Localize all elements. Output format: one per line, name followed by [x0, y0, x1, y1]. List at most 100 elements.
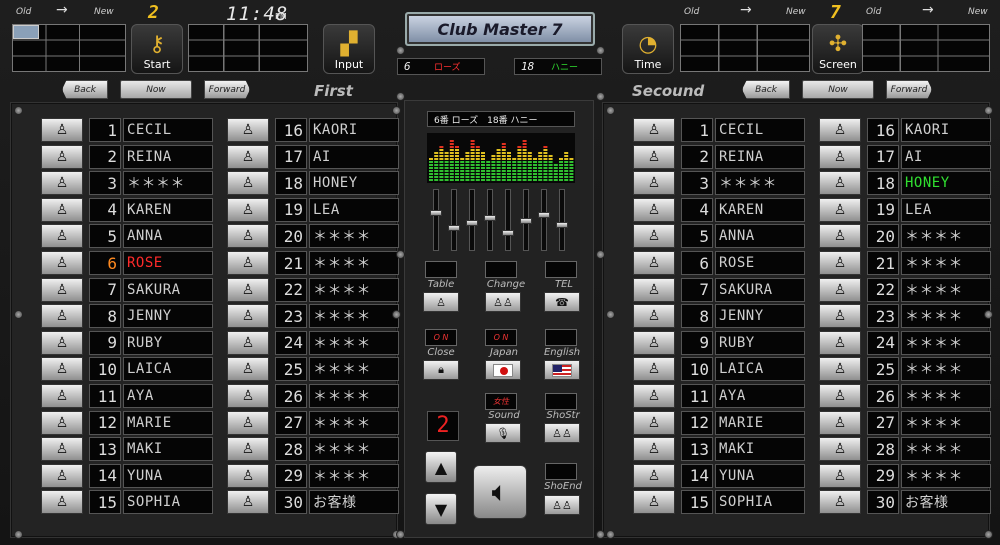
second_list-select-button[interactable]: ♙: [633, 224, 675, 249]
mixer-fader[interactable]: [448, 189, 460, 251]
second_list-name[interactable]: LAICA: [715, 357, 805, 382]
first_list-select-button[interactable]: ♙: [227, 357, 269, 382]
second_list-select-button[interactable]: ♙: [633, 330, 675, 355]
first_list-select-button[interactable]: ♙: [41, 410, 83, 435]
mixer-fader[interactable]: [502, 189, 514, 251]
first_list-name[interactable]: RUBY: [123, 330, 213, 355]
second_list-name[interactable]: ＊＊＊＊: [901, 251, 991, 275]
first_list-name[interactable]: JENNY: [123, 304, 213, 329]
first_list-name[interactable]: KAREN: [123, 197, 213, 222]
first_list-name[interactable]: ANNA: [123, 224, 213, 249]
first_list-name[interactable]: YUNA: [123, 463, 213, 488]
second_list-name[interactable]: CECIL: [715, 118, 805, 142]
first_list-name[interactable]: ＊＊＊＊: [123, 171, 213, 196]
second_list-select-button[interactable]: ♙: [633, 171, 675, 196]
table-button[interactable]: ♙: [423, 292, 459, 312]
second-now-button[interactable]: Now: [802, 80, 874, 99]
second_list-name[interactable]: ＊＊＊＊: [901, 277, 991, 302]
mixer-fader[interactable]: [466, 189, 478, 251]
first_list-select-button[interactable]: ♙: [41, 357, 83, 382]
mixer-fader[interactable]: [520, 189, 532, 251]
second_list-name[interactable]: ＊＊＊＊: [901, 463, 991, 488]
first_list-name[interactable]: ROSE: [123, 251, 213, 275]
first_list-name[interactable]: MARIE: [123, 410, 213, 435]
fader-knob[interactable]: [484, 215, 496, 221]
first_list-name[interactable]: ＊＊＊＊: [309, 357, 399, 382]
first_list-select-button[interactable]: ♙: [227, 384, 269, 408]
second_list-select-button[interactable]: ♙: [819, 251, 861, 275]
second_list-name[interactable]: MAKI: [715, 437, 805, 462]
first_list-select-button[interactable]: ♙: [227, 463, 269, 488]
first_list-select-button[interactable]: ♙: [227, 490, 269, 515]
first_list-name[interactable]: ＊＊＊＊: [309, 224, 399, 249]
first-back-button[interactable]: Back: [62, 80, 108, 99]
second_list-name[interactable]: AI: [901, 144, 991, 169]
first_list-select-button[interactable]: ♙: [41, 197, 83, 222]
first_list-select-button[interactable]: ♙: [227, 251, 269, 275]
fader-knob[interactable]: [520, 218, 532, 224]
old-seat-grid-right[interactable]: [680, 24, 810, 72]
second_list-select-button[interactable]: ♙: [819, 118, 861, 142]
first_list-name[interactable]: LEA: [309, 197, 399, 222]
new-seat-grid-right[interactable]: [862, 24, 990, 72]
change-button[interactable]: ♙♙: [485, 292, 521, 312]
first_list-select-button[interactable]: ♙: [41, 251, 83, 275]
second_list-select-button[interactable]: ♙: [633, 118, 675, 142]
sound-button[interactable]: 🎙︎: [485, 423, 521, 443]
second_list-select-button[interactable]: ♙: [633, 357, 675, 382]
first_list-select-button[interactable]: ♙: [227, 118, 269, 142]
close-button[interactable]: 🔒︎: [423, 360, 459, 380]
new-seat-grid-left[interactable]: [188, 24, 308, 72]
first_list-name[interactable]: ＊＊＊＊: [309, 330, 399, 355]
fader-knob[interactable]: [430, 210, 442, 216]
second_list-name[interactable]: KAORI: [901, 118, 991, 142]
second_list-select-button[interactable]: ♙: [819, 437, 861, 462]
second_list-select-button[interactable]: ♙: [819, 384, 861, 408]
first_list-select-button[interactable]: ♙: [41, 490, 83, 515]
second_list-name[interactable]: お客様: [901, 490, 991, 515]
first_list-select-button[interactable]: ♙: [227, 304, 269, 329]
first_list-name[interactable]: MAKI: [123, 437, 213, 462]
second_list-name[interactable]: ROSE: [715, 251, 805, 275]
first_list-name[interactable]: ＊＊＊＊: [309, 384, 399, 408]
input-button[interactable]: ▞ Input: [323, 24, 375, 74]
second-back-button[interactable]: Back: [742, 80, 790, 99]
second_list-select-button[interactable]: ♙: [819, 357, 861, 382]
mixer-fader[interactable]: [538, 189, 550, 251]
up-arrow-button[interactable]: ▲: [425, 451, 457, 483]
first_list-select-button[interactable]: ♙: [227, 410, 269, 435]
first_list-select-button[interactable]: ♙: [227, 197, 269, 222]
second_list-select-button[interactable]: ♙: [633, 437, 675, 462]
start-button[interactable]: ⚷ Start: [131, 24, 183, 74]
english-button[interactable]: [544, 360, 580, 380]
first_list-select-button[interactable]: ♙: [41, 463, 83, 488]
second_list-name[interactable]: ＊＊＊＊: [901, 357, 991, 382]
fader-knob[interactable]: [448, 225, 460, 231]
screen-button[interactable]: ✣ Screen: [812, 24, 864, 74]
second_list-select-button[interactable]: ♙: [633, 277, 675, 302]
first_list-select-button[interactable]: ♙: [227, 224, 269, 249]
first_list-select-button[interactable]: ♙: [41, 118, 83, 142]
down-arrow-button[interactable]: ▼: [425, 493, 457, 525]
second_list-select-button[interactable]: ♙: [819, 197, 861, 222]
fader-knob[interactable]: [466, 220, 478, 226]
shostr-button[interactable]: ♙♙: [544, 423, 580, 443]
second_list-name[interactable]: ＊＊＊＊: [901, 384, 991, 408]
first_list-select-button[interactable]: ♙: [41, 384, 83, 408]
second_list-name[interactable]: ＊＊＊＊: [901, 410, 991, 435]
first_list-name[interactable]: REINA: [123, 144, 213, 169]
second_list-name[interactable]: ＊＊＊＊: [715, 171, 805, 196]
first_list-name[interactable]: LAICA: [123, 357, 213, 382]
first_list-select-button[interactable]: ♙: [41, 277, 83, 302]
second_list-name[interactable]: YUNA: [715, 463, 805, 488]
first_list-select-button[interactable]: ♙: [41, 144, 83, 169]
second_list-select-button[interactable]: ♙: [633, 490, 675, 515]
mixer-fader[interactable]: [430, 189, 442, 251]
second_list-select-button[interactable]: ♙: [633, 304, 675, 329]
second_list-name[interactable]: SAKURA: [715, 277, 805, 302]
first_list-select-button[interactable]: ♙: [41, 330, 83, 355]
second_list-name[interactable]: SOPHIA: [715, 490, 805, 515]
second_list-name[interactable]: JENNY: [715, 304, 805, 329]
first_list-name[interactable]: ＊＊＊＊: [309, 251, 399, 275]
first_list-name[interactable]: KAORI: [309, 118, 399, 142]
